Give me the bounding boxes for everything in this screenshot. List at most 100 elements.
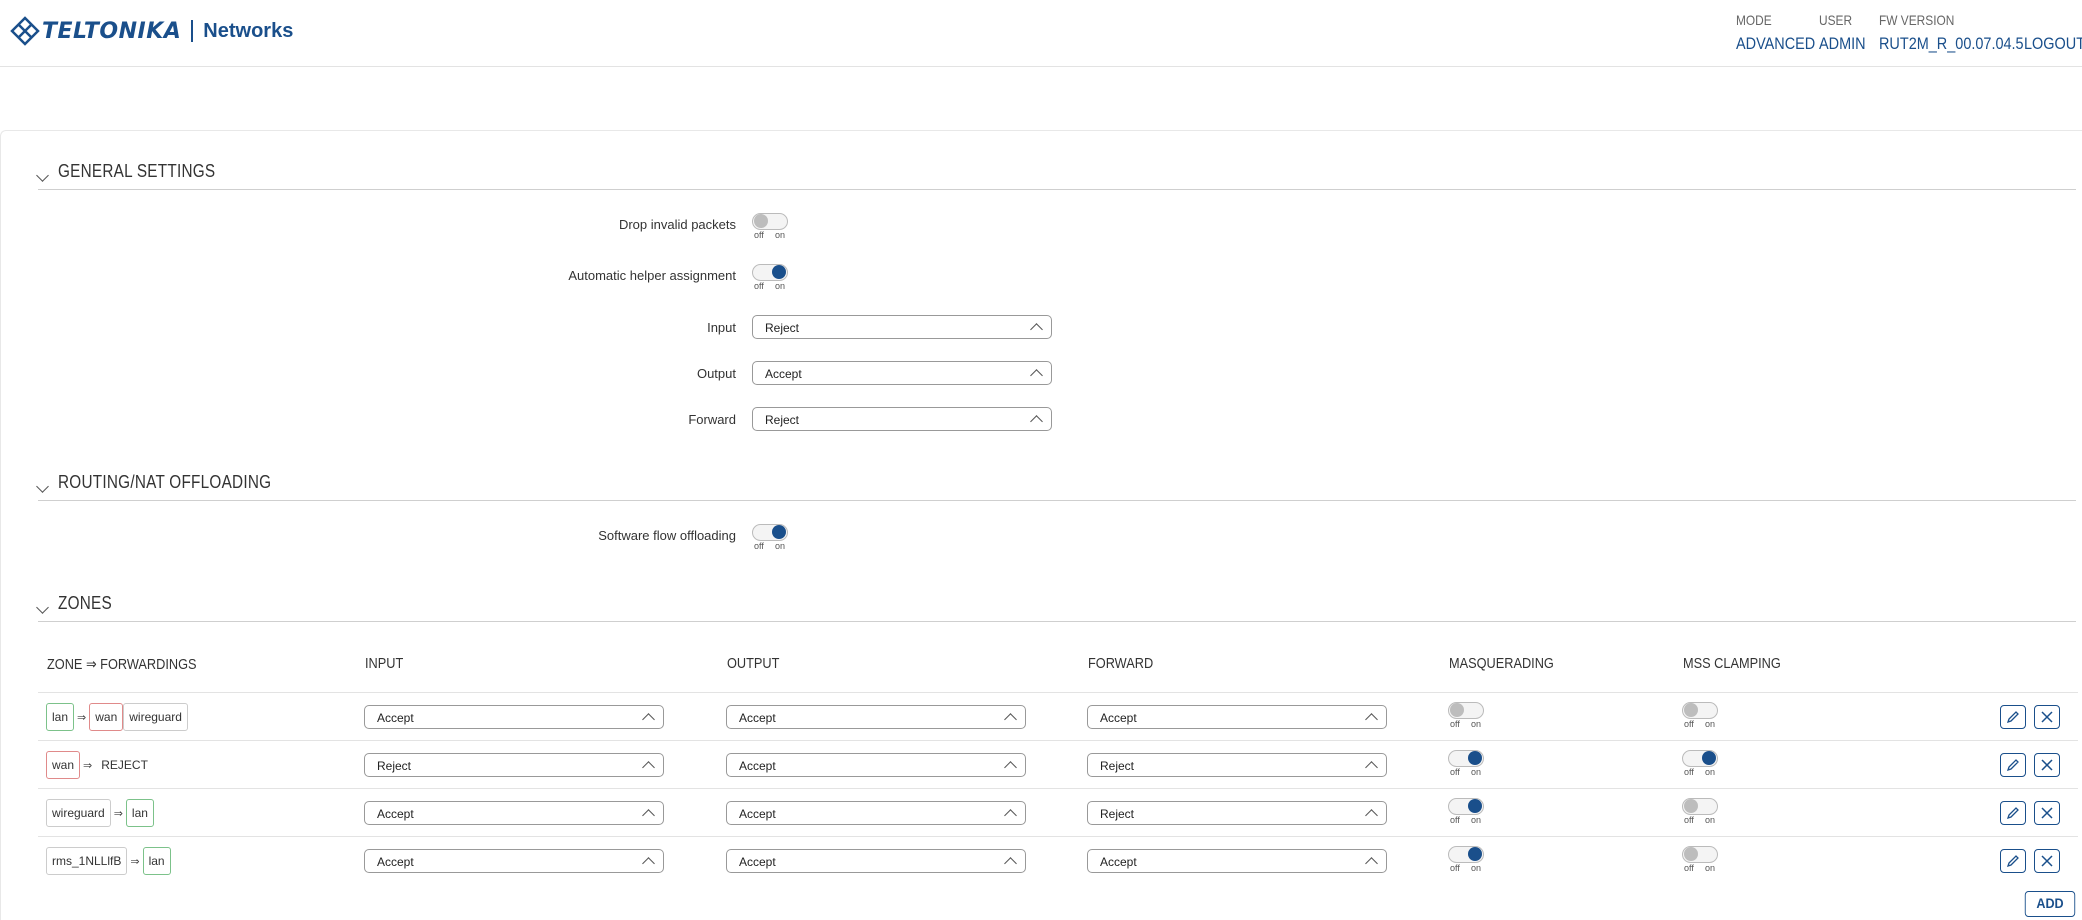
input-policy-select[interactable]: Reject <box>752 315 1052 339</box>
top-header: TELTONIKA Networks MODE ADVANCED USER AD… <box>0 0 2082 67</box>
mss-clamping-toggle[interactable]: off on <box>1682 846 1718 873</box>
forward-arrow: ⇒ <box>113 807 123 820</box>
toggle-on-label: on <box>1705 815 1716 825</box>
toggle-off-label: off <box>754 281 764 291</box>
section-zones[interactable]: ZONES <box>36 591 2076 622</box>
zone-forwardings: wireguard ⇒ lan <box>46 799 154 827</box>
mode-info: MODE ADVANCED <box>1736 12 1829 54</box>
output-select[interactable]: Accept <box>726 801 1026 825</box>
col-masquerading: MASQUERADING <box>1449 655 1554 672</box>
delete-button[interactable] <box>2034 801 2060 825</box>
select-value: Accept <box>377 855 414 869</box>
software-flow-offloading-toggle[interactable]: off on <box>752 524 788 551</box>
logo-brand-text: TELTONIKA <box>42 18 182 44</box>
chevron-down-icon <box>36 169 49 182</box>
toggle-off-label: off <box>1684 815 1694 825</box>
mss-clamping-toggle[interactable]: off on <box>1682 798 1718 825</box>
chevron-up-icon <box>1004 713 1017 726</box>
pencil-icon <box>2006 855 2019 868</box>
drop-invalid-toggle[interactable]: off on <box>752 213 788 240</box>
chevron-up-icon <box>642 809 655 822</box>
masquerading-toggle[interactable]: off on <box>1448 846 1484 873</box>
toggle-on-label: on <box>1471 767 1482 777</box>
toggle-knob <box>1468 751 1482 765</box>
target-chip: lan <box>142 847 171 875</box>
toggle-off-label: off <box>1450 719 1460 729</box>
chevron-up-icon <box>1365 857 1378 870</box>
input-select[interactable]: Accept <box>364 849 664 873</box>
mode-label: MODE <box>1736 12 1772 28</box>
chevron-up-icon <box>1365 809 1378 822</box>
fw-version-value[interactable]: RUT2M_R_00.07.04.5 <box>1879 34 2024 54</box>
toggle-off-label: off <box>1684 719 1694 729</box>
target-chip: REJECT <box>95 751 154 779</box>
section-title: GENERAL SETTINGS <box>58 161 216 181</box>
forward-select[interactable]: Reject <box>1087 801 1387 825</box>
delete-button[interactable] <box>2034 705 2060 729</box>
mss-clamping-toggle[interactable]: off on <box>1682 702 1718 729</box>
masquerading-toggle[interactable]: off on <box>1448 798 1484 825</box>
masquerading-toggle[interactable]: off on <box>1448 702 1484 729</box>
masquerading-toggle[interactable]: off on <box>1448 750 1484 777</box>
target-chip: wan <box>89 703 124 731</box>
output-select[interactable]: Accept <box>726 753 1026 777</box>
edit-button[interactable] <box>2000 753 2026 777</box>
pencil-icon <box>2006 759 2019 772</box>
mss-clamping-toggle[interactable]: off on <box>1682 750 1718 777</box>
edit-button[interactable] <box>2000 849 2026 873</box>
forward-policy-select[interactable]: Reject <box>752 407 1052 431</box>
toggle-off-label: off <box>1450 767 1460 777</box>
toggle-on-label: on <box>1705 863 1716 873</box>
section-general-settings[interactable]: GENERAL SETTINGS <box>36 159 2076 190</box>
forward-arrow: ⇒ <box>83 759 93 772</box>
table-row: lan ⇒ wan wireguard Accept Accept Accept… <box>38 692 2078 741</box>
zone-chip: lan <box>46 703 75 731</box>
edit-button[interactable] <box>2000 801 2026 825</box>
col-forward: FORWARD <box>1088 655 1154 672</box>
zone-forwardings: lan ⇒ wan wireguard <box>46 703 188 731</box>
toggle-knob <box>1684 847 1698 861</box>
select-value: Accept <box>377 807 414 821</box>
mode-value[interactable]: ADVANCED <box>1736 34 1815 54</box>
edit-button[interactable] <box>2000 705 2026 729</box>
close-icon <box>2041 711 2053 723</box>
zone-chip: rms_1NLLlfB <box>46 847 128 875</box>
forward-policy-label: Forward <box>688 412 736 427</box>
toggle-knob <box>1450 703 1464 717</box>
auto-helper-toggle[interactable]: off on <box>752 264 788 291</box>
select-value: Accept <box>739 807 776 821</box>
output-select[interactable]: Accept <box>726 849 1026 873</box>
user-info: USER ADMIN <box>1819 12 1874 54</box>
input-select[interactable]: Accept <box>364 705 664 729</box>
auto-helper-label: Automatic helper assignment <box>568 268 736 283</box>
table-row: wireguard ⇒ lan Accept Accept Reject off… <box>38 788 2078 837</box>
output-policy-select[interactable]: Accept <box>752 361 1052 385</box>
toggle-on-label: on <box>1471 863 1482 873</box>
add-zone-button[interactable]: ADD <box>2024 891 2076 917</box>
select-value: Accept <box>377 711 414 725</box>
output-select[interactable]: Accept <box>726 705 1026 729</box>
section-title: ROUTING/NAT OFFLOADING <box>58 472 272 492</box>
pencil-icon <box>2006 807 2019 820</box>
col-output: OUTPUT <box>727 655 780 672</box>
logout-link[interactable]: LOGOUT <box>2024 34 2082 54</box>
chevron-up-icon <box>1030 323 1043 336</box>
select-value: Reject <box>1100 807 1135 821</box>
user-label: USER <box>1819 12 1853 28</box>
delete-button[interactable] <box>2034 753 2060 777</box>
fw-version-label: FW VERSION <box>1879 12 1955 28</box>
logo-divider <box>191 20 194 42</box>
chevron-up-icon <box>1004 761 1017 774</box>
forward-select[interactable]: Accept <box>1087 849 1387 873</box>
input-select[interactable]: Accept <box>364 801 664 825</box>
forward-select[interactable]: Reject <box>1087 753 1387 777</box>
chevron-up-icon <box>642 761 655 774</box>
forward-select[interactable]: Accept <box>1087 705 1387 729</box>
delete-button[interactable] <box>2034 849 2060 873</box>
user-value[interactable]: ADMIN <box>1819 34 1866 54</box>
input-select[interactable]: Reject <box>364 753 664 777</box>
section-routing-nat-offloading[interactable]: ROUTING/NAT OFFLOADING <box>36 470 2076 501</box>
teltonika-logo[interactable]: TELTONIKA Networks <box>10 16 293 46</box>
select-value: Accept <box>765 367 802 381</box>
input-policy-label: Input <box>707 320 736 335</box>
